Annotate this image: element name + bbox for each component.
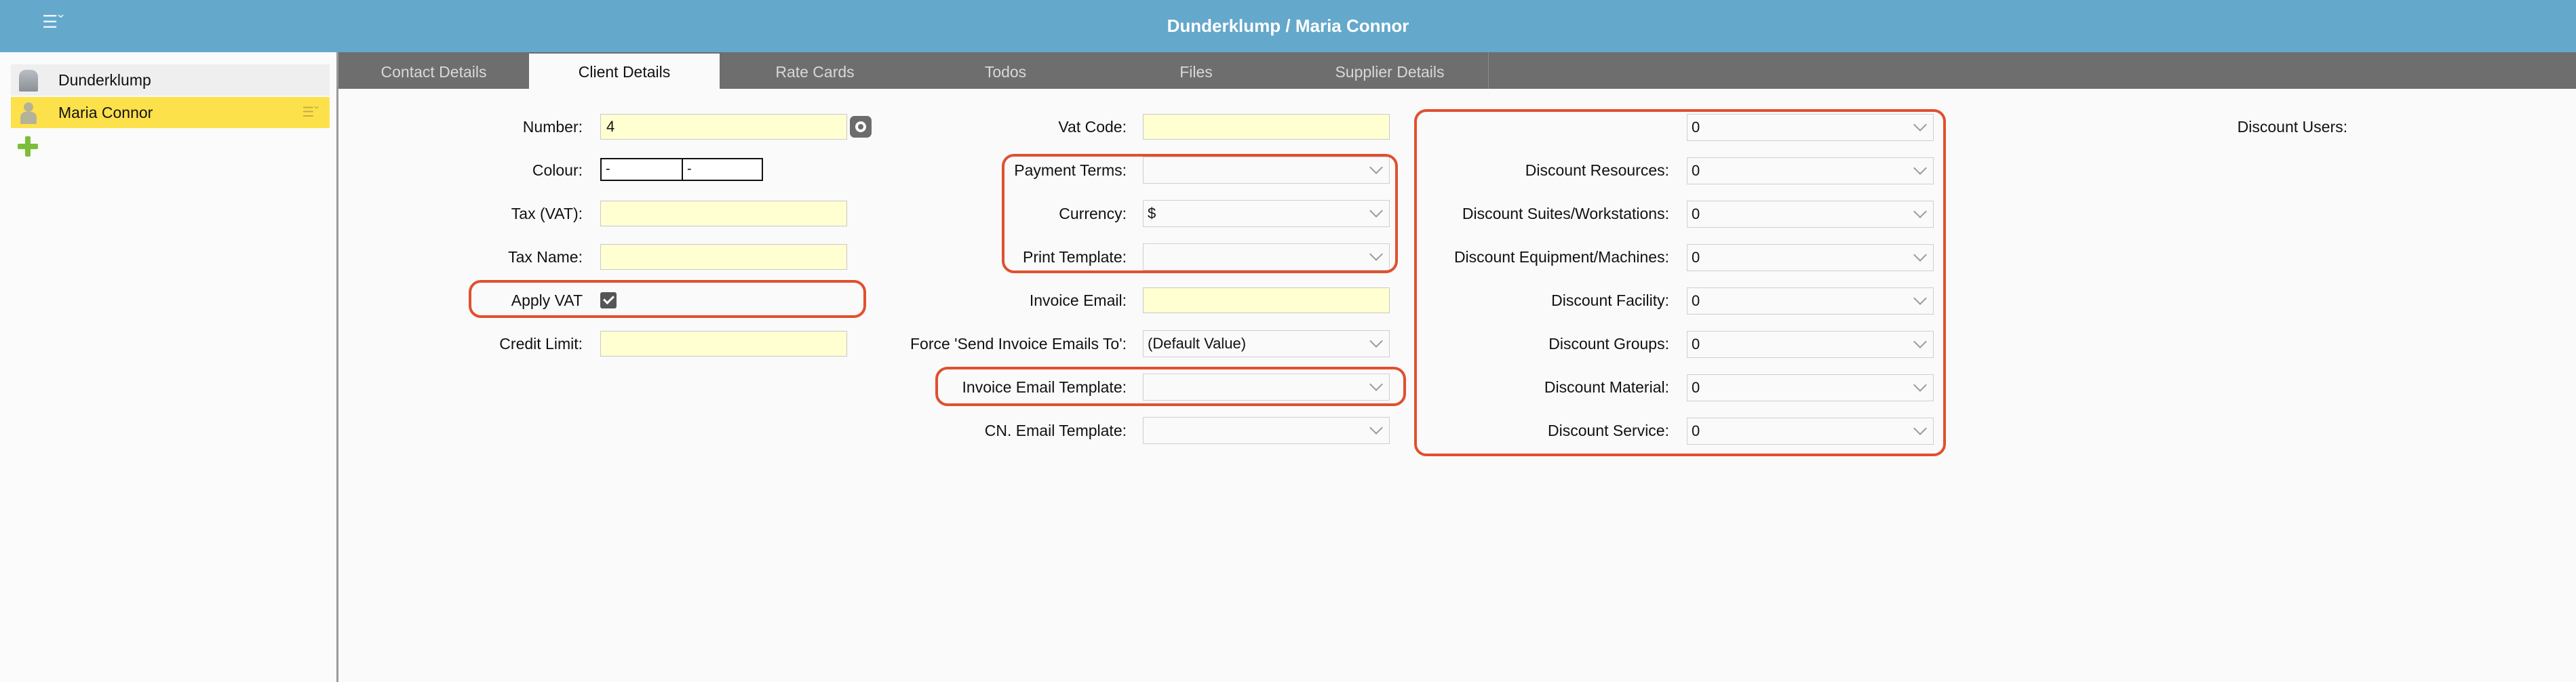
person-icon [19,102,38,124]
chevron-down-icon [1369,161,1383,174]
chevron-down-icon [1369,204,1383,218]
chevron-down-icon [1369,421,1383,435]
discount-suites-select[interactable]: 0 [1687,201,1934,228]
invoice-email-field[interactable] [1143,287,1390,313]
discount-material-select[interactable]: 0 [1687,374,1934,401]
sidebar-item-maria-connor[interactable]: Maria Connor ☰ˇ [11,97,330,128]
client-details-panel: Number: 4 Colour: - - Tax (VAT): Tax Nam… [338,89,2576,682]
discount-groups-label: Discount Groups: [1548,335,1669,353]
tax-vat-field[interactable] [600,201,847,226]
payment-terms-select[interactable] [1143,157,1390,184]
tax-vat-label: Tax (VAT): [511,205,583,222]
chevron-down-icon [1913,118,1927,132]
payment-terms-label: Payment Terms: [1014,161,1127,179]
plus-icon[interactable] [16,135,39,158]
chevron-down-icon [1913,248,1927,262]
tab-todos[interactable]: Todos [910,52,1101,89]
discount-suites-label: Discount Suites/Workstations: [1462,205,1669,222]
invoice-email-template-select[interactable] [1143,374,1390,401]
discount-material-label: Discount Material: [1544,378,1669,396]
print-template-label: Print Template: [1023,248,1127,266]
currency-label: Currency: [1059,205,1127,222]
tab-client-details[interactable]: Client Details [529,54,720,89]
colour-field-2[interactable]: - [682,158,763,181]
force-send-select[interactable]: (Default Value) [1143,330,1390,357]
tab-supplier-details[interactable]: Supplier Details [1291,52,1489,89]
discount-resources-label: Discount Resources: [1525,161,1669,179]
vat-code-field[interactable] [1143,114,1390,140]
chevron-down-icon [1913,378,1927,392]
chevron-down-icon [1369,378,1383,391]
title-bar: ☰ˇ Dunderklump / Maria Connor [0,0,2576,52]
chevron-down-icon [1913,205,1927,218]
tab-bar: Contact Details Client Details Rate Card… [338,52,2576,89]
window-title: Dunderklump / Maria Connor [1167,16,1409,36]
discount-groups-select[interactable]: 0 [1687,331,1934,358]
discount-equipment-label: Discount Equipment/Machines: [1453,248,1669,266]
discount-service-select[interactable]: 0 [1687,418,1934,445]
number-field[interactable]: 4 [600,114,847,140]
tab-rate-cards[interactable]: Rate Cards [720,52,910,89]
cn-email-template-select[interactable] [1143,417,1390,444]
chevron-down-icon [1913,335,1927,348]
tab-files[interactable]: Files [1101,52,1291,89]
apply-vat-checkbox[interactable] [600,292,617,308]
tax-name-field[interactable] [600,244,847,270]
vat-code-label: Vat Code: [1058,118,1127,136]
tax-name-label: Tax Name: [508,248,583,266]
apply-vat-label: Apply VAT [511,292,583,309]
credit-limit-label: Credit Limit: [499,335,583,353]
discount-facility-label: Discount Facility: [1551,292,1669,309]
force-send-label: Force 'Send Invoice Emails To': [910,335,1127,353]
chevron-down-icon [1369,247,1383,261]
currency-select[interactable]: $ [1143,200,1390,227]
tab-contact-details[interactable]: Contact Details [338,52,529,89]
gear-icon[interactable] [850,116,872,138]
sidebar: Dunderklump Maria Connor ☰ˇ [0,52,338,682]
invoice-email-label: Invoice Email: [1029,292,1127,309]
discount-equipment-select[interactable]: 0 [1687,244,1934,271]
discount-facility-select[interactable]: 0 [1687,287,1934,315]
sidebar-item-dunderklump[interactable]: Dunderklump [11,64,330,96]
number-label: Number: [522,118,583,136]
chevron-down-icon [1369,334,1383,348]
discount-service-label: Discount Service: [1548,422,1669,439]
credit-limit-field[interactable] [600,331,847,357]
cn-email-template-label: CN. Email Template: [984,422,1127,439]
sidebar-item-label: Dunderklump [58,71,151,89]
organization-icon [19,70,38,92]
chevron-down-icon [1913,422,1927,435]
row-menu-icon[interactable]: ☰ˇ [302,97,319,128]
discount-resources-select[interactable]: 0 [1687,157,1934,184]
print-template-select[interactable] [1143,243,1390,270]
invoice-email-template-label: Invoice Email Template: [962,378,1127,396]
chevron-down-icon [1913,292,1927,305]
chevron-down-icon [1913,161,1927,175]
discount-users-select[interactable]: 0 [1687,114,1934,141]
colour-field-1[interactable]: - [600,158,683,181]
colour-label: Colour: [532,161,583,179]
sidebar-item-label: Maria Connor [58,104,153,121]
